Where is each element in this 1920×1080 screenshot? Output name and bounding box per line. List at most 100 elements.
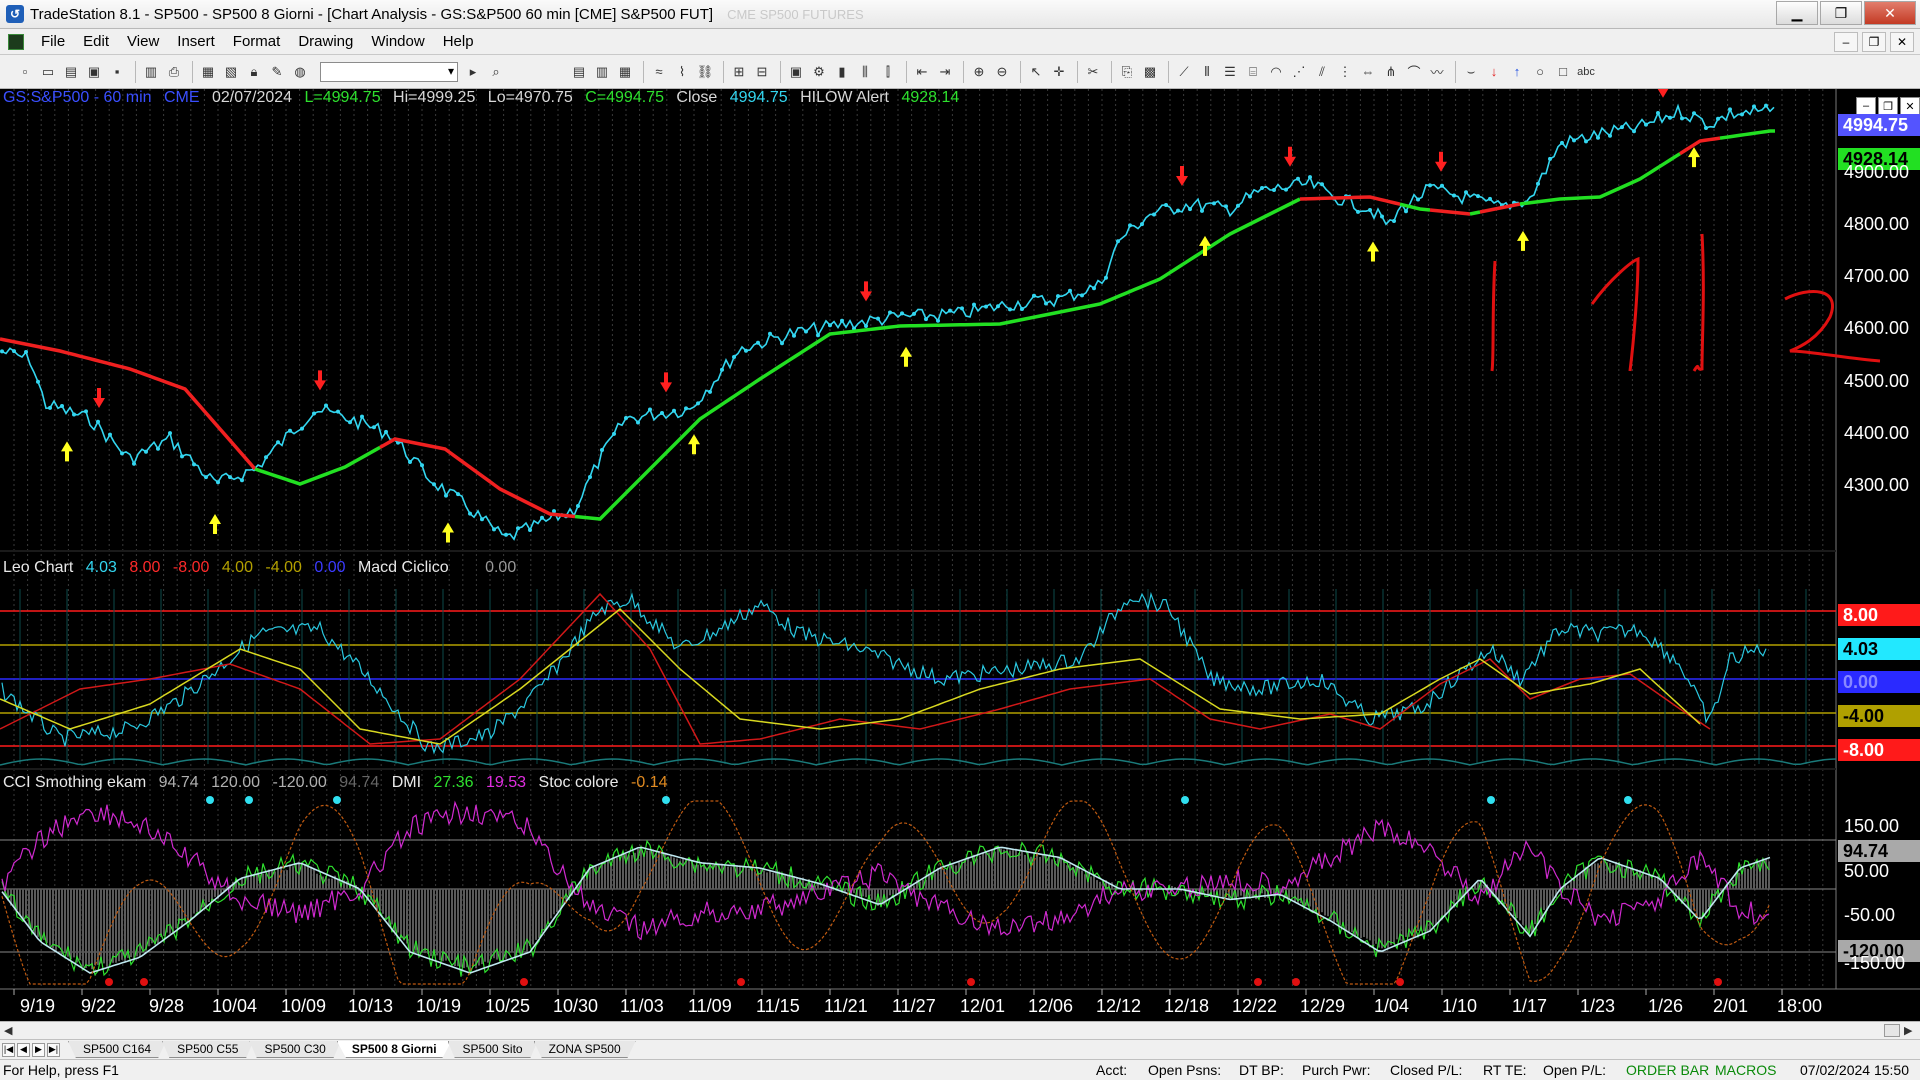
mdi-restore-button[interactable]: ❐: [1862, 32, 1886, 52]
tab-first-icon[interactable]: |◀: [2, 1042, 15, 1057]
horizontal-lines-icon[interactable]: ☰: [1221, 63, 1239, 81]
tab-zona-sp500[interactable]: ZONA SP500: [533, 1041, 636, 1058]
indicator-icon[interactable]: ⚙: [810, 63, 828, 81]
menu-window[interactable]: Window: [362, 33, 433, 50]
arc-icon[interactable]: ◠: [1267, 63, 1285, 81]
scroll-right-icon[interactable]: ⇥: [936, 63, 954, 81]
edit-icon[interactable]: ✎: [268, 63, 286, 81]
export-icon[interactable]: ⎘: [1118, 63, 1136, 81]
tab-sp500-c164[interactable]: SP500 C164: [68, 1041, 167, 1058]
arrow-right-icon[interactable]: ▸: [464, 63, 482, 81]
date-axis-label: 2/01: [1713, 996, 1749, 1016]
chart-horizontal-scrollbar[interactable]: ◀ ▶: [0, 1021, 1920, 1039]
order-bar-button[interactable]: ORDER BAR: [1626, 1062, 1709, 1078]
bars-icon[interactable]: ⫼: [856, 63, 874, 81]
link-icon[interactable]: ⛓︎: [696, 63, 714, 81]
pointer-icon[interactable]: ↖: [1027, 63, 1045, 81]
new-workspace-icon[interactable]: ▤: [62, 63, 80, 81]
subwindow-restore-button[interactable]: ❐: [1878, 97, 1898, 115]
save-icon[interactable]: ▪: [108, 63, 126, 81]
tab-last-icon[interactable]: ▶|: [47, 1042, 60, 1057]
format-window-icon[interactable]: ▦: [199, 63, 217, 81]
fan-icon[interactable]: ⋰: [1290, 63, 1308, 81]
print-preview-icon[interactable]: ▥: [142, 63, 160, 81]
scroll-left-arrow-icon[interactable]: ◀: [4, 1024, 12, 1037]
scroll-left-icon[interactable]: ⇤: [913, 63, 931, 81]
rectangle-icon[interactable]: □: [1554, 63, 1572, 81]
cci-oversold-dot: [1714, 978, 1722, 986]
format-symbol-icon[interactable]: ▧: [222, 63, 240, 81]
tab-sp500-sito[interactable]: SP500 Sito: [447, 1041, 538, 1058]
date-axis-label: 9/22: [81, 996, 117, 1016]
data-window-icon[interactable]: ▣: [787, 63, 805, 81]
tab-sp500-8-giorni[interactable]: SP500 8 Giorni: [336, 1041, 452, 1058]
color-icon[interactable]: ◍: [291, 63, 309, 81]
macros-button[interactable]: MACROS: [1715, 1062, 1776, 1078]
close-button[interactable]: ✕: [1864, 1, 1916, 25]
trendline-icon[interactable]: ⟋: [1175, 63, 1193, 81]
tab-sp500-c55[interactable]: SP500 C55: [162, 1041, 254, 1058]
date-axis-label: 12/12: [1096, 996, 1142, 1016]
insert-analysis-icon[interactable]: ⊞: [730, 63, 748, 81]
date-axis-label: 10/04: [212, 996, 258, 1016]
volume-icon[interactable]: ⫿: [879, 63, 897, 81]
menu-view[interactable]: View: [118, 33, 168, 50]
subwindow-close-button[interactable]: ✕: [1900, 97, 1920, 115]
menu-edit[interactable]: Edit: [74, 33, 118, 50]
arrow-down-red-icon[interactable]: ↓: [1485, 63, 1503, 81]
symbol-combo[interactable]: [320, 61, 458, 82]
channel-icon[interactable]: ⌸: [1244, 63, 1262, 81]
chart-type-icon[interactable]: ⌇: [673, 63, 691, 81]
pitchfork-icon[interactable]: ⋔: [1382, 63, 1400, 81]
insert-strategy-icon[interactable]: ⊟: [753, 63, 771, 81]
restore-button[interactable]: ❐: [1820, 1, 1862, 25]
crosshair-icon[interactable]: ✛: [1050, 63, 1068, 81]
scroll-right-arrow-icon[interactable]: ▶: [1904, 1024, 1912, 1037]
mdi-minimize-button[interactable]: –: [1834, 32, 1858, 52]
chart-document-icon[interactable]: [8, 33, 24, 50]
curve-icon[interactable]: ⌣: [1462, 63, 1480, 81]
dt-bp-label: DT BP:: [1239, 1062, 1284, 1078]
arrow-up-blue-icon[interactable]: ↑: [1508, 63, 1526, 81]
circle-icon[interactable]: ○: [1531, 63, 1549, 81]
menu-help[interactable]: Help: [434, 33, 483, 50]
extension-icon[interactable]: ⇔: [1359, 63, 1377, 81]
minimize-button[interactable]: ▁: [1776, 1, 1818, 25]
menu-insert[interactable]: Insert: [168, 33, 224, 50]
open-icon[interactable]: ▭: [39, 63, 57, 81]
bar-chart-icon[interactable]: ▮: [833, 63, 851, 81]
new-icon[interactable]: ▫: [16, 63, 34, 81]
chart-style-icon[interactable]: ≈: [650, 63, 668, 81]
scrollbar-thumb[interactable]: [1884, 1024, 1900, 1037]
window-title-ghost: CME SP500 FUTURES: [727, 6, 864, 22]
zoom-out-icon[interactable]: ⊖: [993, 63, 1011, 81]
hand-drawn-annotation: [1590, 256, 1640, 372]
chart-canvas[interactable]: [0, 89, 1920, 1021]
search-icon[interactable]: ⌕: [487, 63, 505, 81]
tab-prev-icon[interactable]: ◀: [17, 1042, 30, 1057]
tools-icon[interactable]: ✂: [1084, 63, 1102, 81]
menu-file[interactable]: File: [32, 33, 74, 50]
tab-next-icon[interactable]: ▶: [32, 1042, 45, 1057]
ellipse-tool-icon[interactable]: ⌒: [1405, 63, 1423, 81]
window-grid-icon[interactable]: ▦: [616, 63, 634, 81]
mdi-close-button[interactable]: ✕: [1890, 32, 1914, 52]
zoom-in-icon[interactable]: ⊕: [970, 63, 988, 81]
leo-axis-marker: 8.00: [1838, 604, 1920, 626]
window-cascade-icon[interactable]: ▥: [593, 63, 611, 81]
open-workspace-icon[interactable]: ▣: [85, 63, 103, 81]
tab-sp500-c30[interactable]: SP500 C30: [249, 1041, 341, 1058]
fibonacci-icon[interactable]: ⋮: [1336, 63, 1354, 81]
text-tool-icon[interactable]: abc: [1577, 63, 1595, 81]
lock-icon[interactable]: 🔒︎: [245, 63, 263, 81]
subwindow-min-button[interactable]: –: [1856, 97, 1876, 115]
gann-icon[interactable]: ⫽: [1313, 63, 1331, 81]
menu-format[interactable]: Format: [224, 33, 290, 50]
window-tile-icon[interactable]: ▤: [570, 63, 588, 81]
print-icon[interactable]: ⎙: [165, 63, 183, 81]
grid-icon[interactable]: ▩: [1141, 63, 1159, 81]
menu-drawing[interactable]: Drawing: [289, 33, 362, 50]
freehand-icon[interactable]: 〰: [1428, 63, 1446, 81]
chart-analysis-window[interactable]: GS:S&P500 - 60 min CME 02/07/2024 L=4994…: [0, 89, 1920, 1021]
vertical-lines-icon[interactable]: ⫴: [1198, 63, 1216, 81]
